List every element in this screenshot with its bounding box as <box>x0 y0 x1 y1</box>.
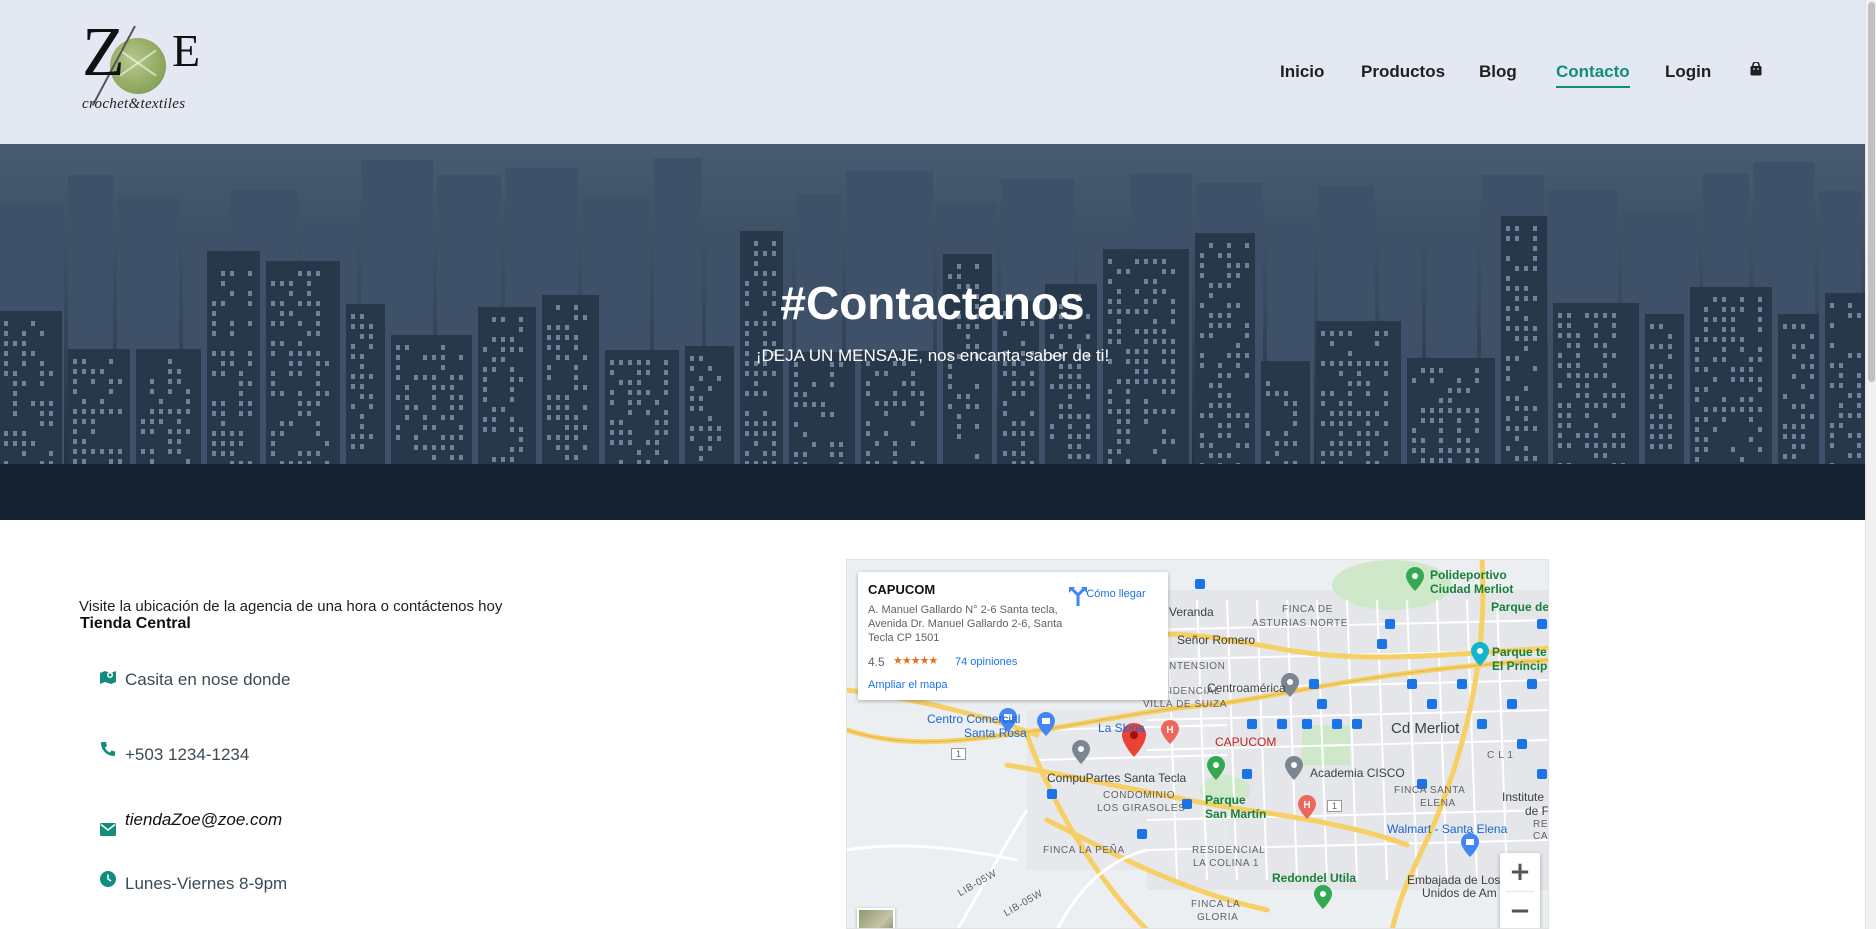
map-label-los-girasoles: LOS GIRASOLES <box>1097 803 1186 814</box>
map-label-residencial-2: RESIDENCIAL <box>1192 845 1266 856</box>
map-label-santa-rosa: Santa Rosa <box>964 726 1027 740</box>
store-name: Tienda Central <box>80 615 191 632</box>
map-label-capucom[interactable]: CAPUCOM <box>1215 735 1276 749</box>
svg-text:H: H <box>1166 725 1173 736</box>
map-label-finca-la-pena: FINCA LA PEÑA <box>1043 845 1125 856</box>
nav-link-login[interactable]: Login <box>1665 62 1711 82</box>
map-label-centroamerica: Centroamérica <box>1207 681 1286 695</box>
nav-link-productos[interactable]: Productos <box>1361 62 1445 82</box>
map-label-finca-la: FINCA LA <box>1191 899 1241 910</box>
map-label-polideportivo: Polideportivo <box>1430 568 1507 582</box>
logo-letter-z: Z <box>82 14 125 91</box>
contact-intro: Visite la ubicación de la agencia de una… <box>79 598 503 615</box>
map-label-redondel: Redondel Utila <box>1272 871 1357 885</box>
map-label-gloria: GLORIA <box>1197 912 1239 923</box>
map-label-asturias-norte: ASTURIAS NORTE <box>1252 618 1349 629</box>
walmart-pin-icon[interactable] <box>1461 833 1479 857</box>
map-place-rating: 4.5 <box>868 655 885 669</box>
map-label-san-martin: San Martín <box>1205 807 1267 821</box>
map-label-elena: ELENA <box>1420 798 1456 809</box>
contact-hours-text: Lunes-Viernes 8-9pm <box>125 874 288 893</box>
map-label-ciudad-merliot: Ciudad Merliot <box>1430 582 1514 596</box>
map-label-institute: Institute <box>1502 790 1545 804</box>
contact-address-text: Casita en nose donde <box>125 670 291 689</box>
map-satellite-toggle[interactable] <box>857 908 895 928</box>
hero-title: #Contactanos <box>780 277 1085 329</box>
contact-address-row: Casita en nose donde <box>98 667 290 689</box>
clock-icon <box>98 869 118 889</box>
map-label-parque-de: Parque de <box>1491 600 1549 614</box>
hospital-pin-icon-2[interactable]: H <box>1298 795 1316 819</box>
map-label-academia-cisco: Academia CISCO <box>1310 766 1405 780</box>
contact-phone-row: +503 1234-1234 <box>98 739 249 764</box>
redondel-pin-icon[interactable] <box>1314 885 1332 909</box>
hospital-pin-icon[interactable]: H <box>1161 720 1179 744</box>
contact-phone-text[interactable]: +503 1234-1234 <box>125 745 249 765</box>
map-zoom-in-button[interactable]: + <box>1500 853 1540 891</box>
zoe-logo[interactable]: Z E crochet&textiles <box>80 16 214 124</box>
map-label-finca-santa: FINCA SANTA <box>1394 785 1466 796</box>
map-label-walmart: Walmart - Santa Elena <box>1387 822 1508 836</box>
map-label-de-f: de F <box>1525 804 1549 818</box>
map-label-res: RES <box>1533 819 1549 830</box>
scrollbar-thumb[interactable] <box>1868 2 1875 382</box>
map-label-parque-te: Parque te <box>1492 645 1547 659</box>
site-header: Z E crochet&textiles Inicio Productos Bl… <box>0 0 1865 144</box>
map-label-finca-de: FINCA DE <box>1282 604 1333 615</box>
envelope-icon <box>98 819 118 839</box>
contact-email-row: tiendaZoe@zoe.com <box>98 810 282 839</box>
map-label-ntension: NTENSION <box>1169 661 1226 672</box>
map-label-senor-romero: Señor Romero <box>1177 633 1256 647</box>
grey-location-pin-icon-2[interactable] <box>1072 740 1090 764</box>
nav-link-contacto[interactable]: Contacto <box>1556 62 1630 88</box>
map-label-la-colina: LA COLINA 1 <box>1193 858 1260 869</box>
directions-icon <box>1069 587 1087 606</box>
map-label-parque: Parque <box>1205 793 1246 807</box>
map-road-shield-1: 1 <box>951 748 967 760</box>
sports-park-pin-icon[interactable] <box>1406 567 1424 591</box>
shopping-bag-icon[interactable] <box>1749 62 1763 76</box>
academia-pin-icon[interactable] <box>1285 756 1303 780</box>
map-place-name: CAPUCOM <box>868 582 936 597</box>
phone-icon <box>98 739 118 759</box>
contact-hours-row: Lunes-Viernes 8-9pm <box>98 869 287 893</box>
svg-text:H: H <box>1303 800 1310 811</box>
page-scrollbar[interactable] <box>1865 0 1876 929</box>
store-pin-icon[interactable] <box>1037 712 1055 736</box>
map-road-shield-2: 1 <box>1327 800 1343 812</box>
city-skyline-illustration <box>0 158 1865 520</box>
map-place-address: A. Manuel Gallardo N° 2-6 Santa tecla, A… <box>868 604 1063 644</box>
map-enlarge-link[interactable]: Ampliar el mapa <box>868 679 947 691</box>
map-label-c-l-1: C L 1 <box>1487 750 1514 761</box>
contact-page: Z E crochet&textiles Inicio Productos Bl… <box>0 0 1876 929</box>
map-place-card: CAPUCOM A. Manuel Gallardo N° 2-6 Santa … <box>858 572 1168 700</box>
park-pin-icon[interactable] <box>1471 642 1489 666</box>
map-label-villa-de-suiza: VILLA DE SUIZA <box>1143 699 1227 710</box>
map-reviews-link[interactable]: 74 opiniones <box>955 656 1017 668</box>
map-label-el-principe: El Príncipe <box>1492 659 1549 673</box>
map-directions-button[interactable]: Cómo llegar <box>1068 586 1164 606</box>
map-label-cd-merliot: Cd Merliot <box>1391 720 1460 737</box>
map-label-centro-comercial: Centro Comercial <box>927 712 1021 726</box>
nav-link-inicio[interactable]: Inicio <box>1280 62 1324 82</box>
logo-letter-e: E <box>172 25 201 76</box>
map-label-condominio: CONDOMINIO <box>1103 790 1176 801</box>
park-san-martin-pin-icon[interactable] <box>1207 756 1225 780</box>
map-zoom-controls: + − <box>1500 853 1540 928</box>
hero-banner: #Contactanos ¡DEJA UN MENSAJE, nos encan… <box>0 144 1865 520</box>
map-label-la-skina: La Skina <box>1098 721 1145 735</box>
nav-link-blog[interactable]: Blog <box>1479 62 1517 82</box>
map-label-veranda: Veranda <box>1169 605 1214 619</box>
map-label-unidos: Unidos de Am <box>1422 886 1497 900</box>
map-label-ca: CA <box>1533 831 1549 842</box>
map-place-stars: ★★★★★ <box>893 654 938 667</box>
hero-subtitle: ¡DEJA UN MENSAJE, nos encanta saber de t… <box>755 346 1110 365</box>
logo-tagline: crochet&textiles <box>82 96 186 112</box>
map-marker-icon <box>98 667 118 687</box>
embedded-map[interactable]: H H Polideportivo Ciudad Merliot Parque … <box>846 559 1549 929</box>
map-label-compupartes: CompuPartes Santa Tecla <box>1047 771 1187 785</box>
contact-email-text[interactable]: tiendaZoe@zoe.com <box>125 810 282 830</box>
map-zoom-out-button[interactable]: − <box>1500 892 1540 928</box>
